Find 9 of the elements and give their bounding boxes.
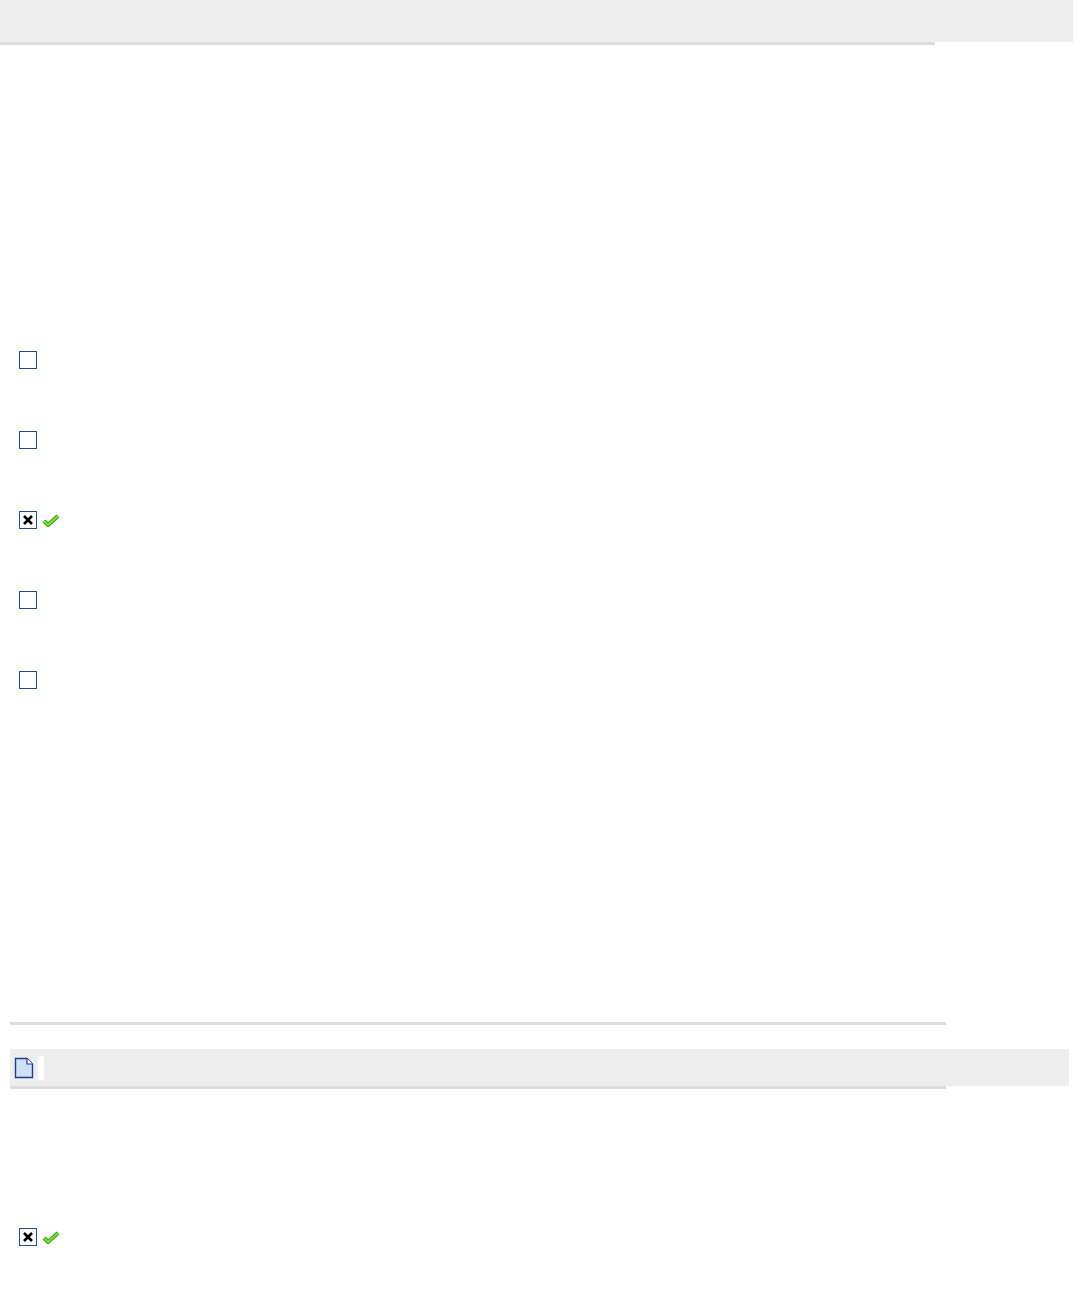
document-icon[interactable] bbox=[14, 1056, 34, 1079]
checkbox[interactable] bbox=[19, 431, 37, 449]
checkbox[interactable] bbox=[19, 1228, 37, 1246]
cross-icon bbox=[22, 514, 34, 526]
checkbox[interactable] bbox=[19, 511, 37, 529]
checkbox[interactable] bbox=[19, 351, 37, 369]
cross-icon bbox=[22, 1231, 34, 1243]
checkbox[interactable] bbox=[19, 671, 37, 689]
checkbox[interactable] bbox=[19, 591, 37, 609]
